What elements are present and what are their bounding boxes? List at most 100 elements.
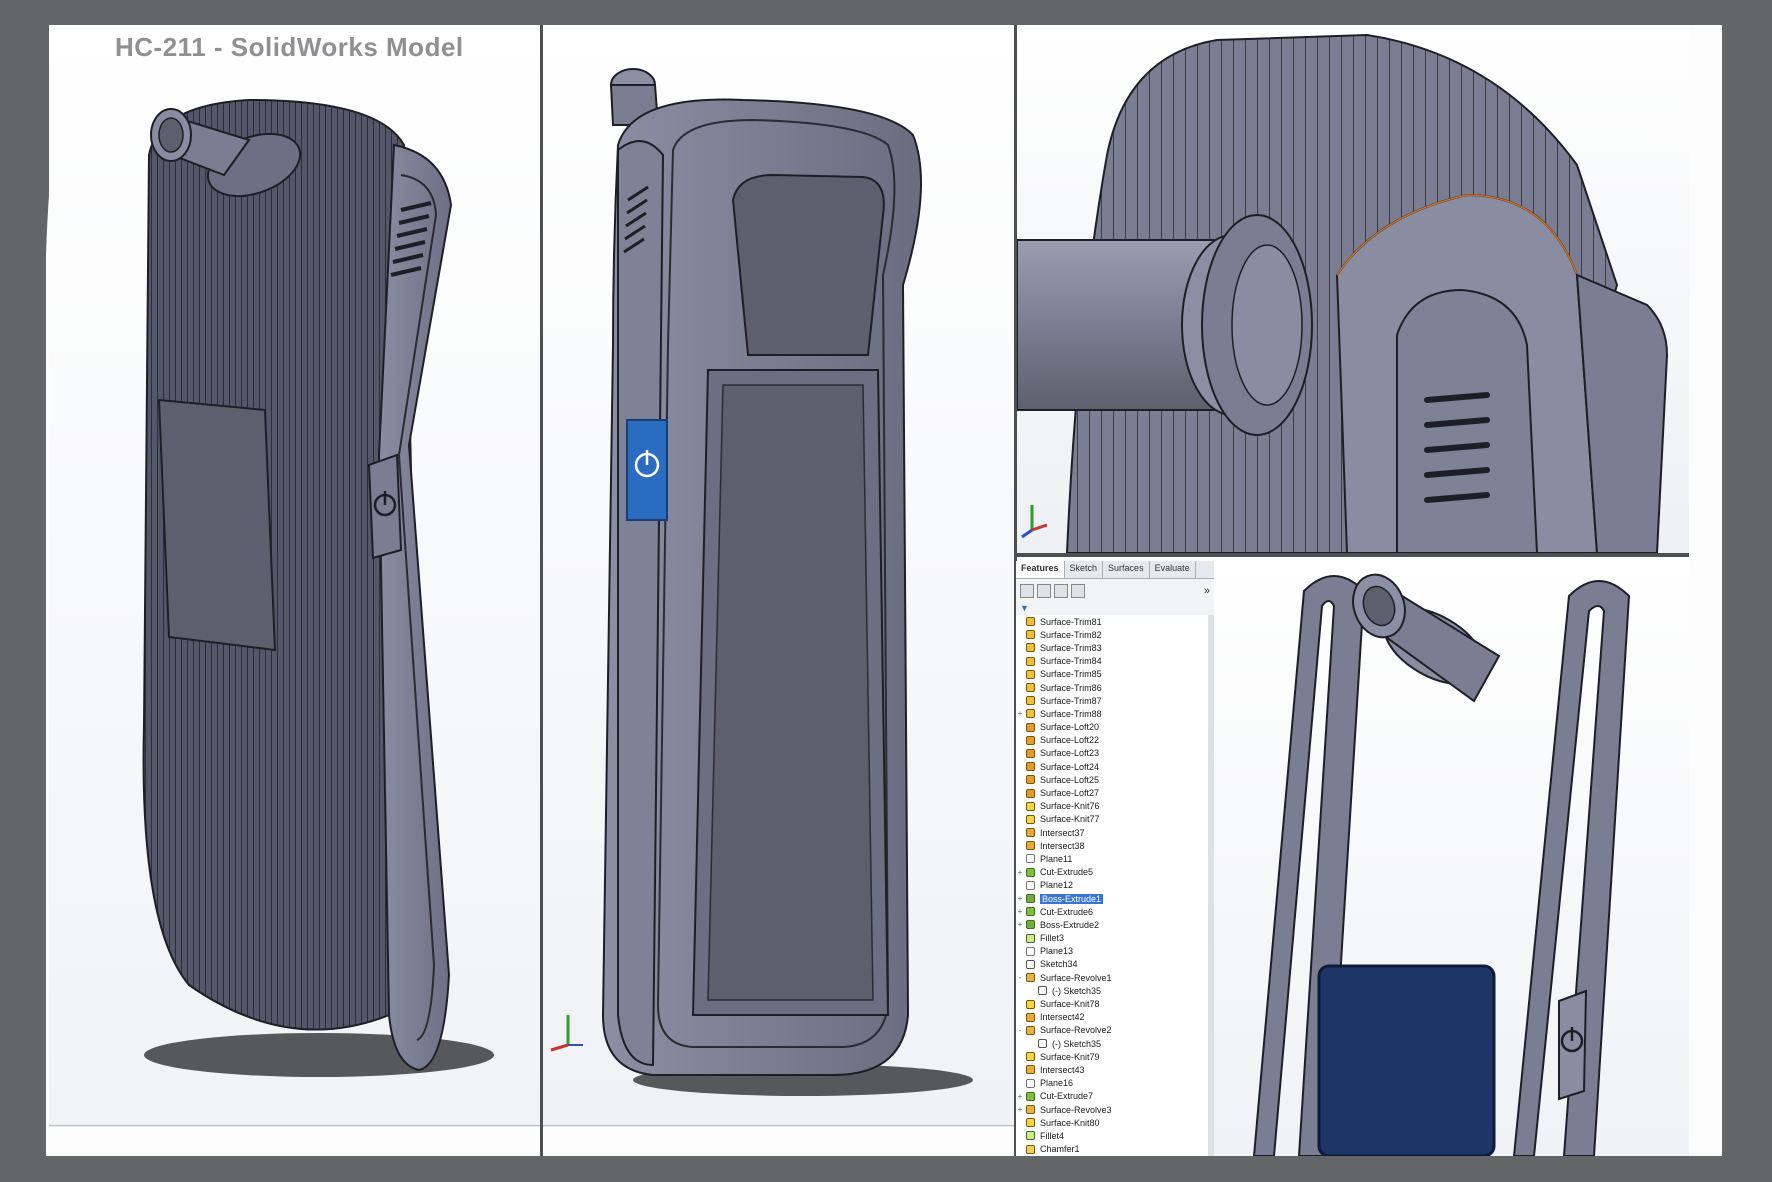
viewport-divider bbox=[1014, 553, 1689, 557]
feature-tree-item[interactable]: Surface-Knit78 bbox=[1016, 997, 1208, 1010]
feature-tree-item[interactable]: Plane13 bbox=[1016, 945, 1208, 958]
feature-tree-item[interactable]: Fillet3 bbox=[1016, 932, 1208, 945]
tab-evaluate[interactable]: Evaluate bbox=[1150, 561, 1196, 578]
cut-feature-icon bbox=[1026, 867, 1035, 877]
trim-feature-icon bbox=[1026, 669, 1035, 679]
feature-tree-item[interactable]: Surface-Knit76 bbox=[1016, 800, 1208, 813]
feature-tree-item[interactable]: Surface-Loft20 bbox=[1016, 721, 1208, 734]
feature-tree-item[interactable]: Surface-Trim81 bbox=[1016, 615, 1208, 628]
feature-tree-list[interactable]: Surface-Trim81 Surface-Trim82 Surface-Trim… bbox=[1016, 615, 1208, 1156]
feature-tree-item-label: Surface-Loft23 bbox=[1040, 748, 1100, 759]
feature-tree-item[interactable]: (-) Sketch35 bbox=[1016, 984, 1208, 997]
expand-chevron-icon[interactable]: » bbox=[1204, 585, 1210, 597]
configuration-manager-icon[interactable] bbox=[1054, 584, 1068, 598]
feature-tree-item[interactable]: + Surface-Trim88 bbox=[1016, 707, 1208, 720]
expand-toggle-icon[interactable]: + bbox=[1016, 868, 1024, 877]
feature-tree-item[interactable]: Chamfer1 bbox=[1016, 1143, 1208, 1156]
feature-tree-item[interactable]: Plane16 bbox=[1016, 1077, 1208, 1090]
filter-icon[interactable]: ▼ bbox=[1016, 603, 1214, 615]
feature-tree-item[interactable]: - Surface-Revolve2 bbox=[1016, 1024, 1208, 1037]
feature-tree-item-label: Surface-Trim86 bbox=[1040, 682, 1102, 693]
feature-tree-item[interactable]: Surface-Trim85 bbox=[1016, 668, 1208, 681]
feature-tree-item-label: Intersect43 bbox=[1040, 1064, 1085, 1075]
feature-tree-item[interactable]: Plane11 bbox=[1016, 852, 1208, 865]
feature-tree-item[interactable]: Intersect37 bbox=[1016, 826, 1208, 839]
feature-tree-item[interactable]: + Surface-Revolve3 bbox=[1016, 1103, 1208, 1116]
feature-tree-item-label: Surface-Trim82 bbox=[1040, 629, 1102, 640]
feature-tree-item[interactable]: + Boss-Extrude1 bbox=[1016, 892, 1208, 905]
expand-toggle-icon[interactable]: - bbox=[1016, 973, 1024, 982]
feature-tree-item[interactable]: + Cut-Extrude7 bbox=[1016, 1090, 1208, 1103]
expand-toggle-icon[interactable]: + bbox=[1016, 894, 1024, 903]
feature-tree-item[interactable]: Surface-Trim83 bbox=[1016, 641, 1208, 654]
feature-tree-item-label: Boss-Extrude2 bbox=[1040, 919, 1100, 930]
feature-tree-item-label: Plane16 bbox=[1040, 1078, 1074, 1089]
feature-tree-item-label: Surface-Loft24 bbox=[1040, 761, 1100, 772]
feature-manager-icon-bar: » bbox=[1016, 579, 1214, 603]
expand-toggle-icon[interactable]: + bbox=[1016, 907, 1024, 916]
feature-tree-item[interactable]: + Boss-Extrude2 bbox=[1016, 918, 1208, 931]
feature-tree-item[interactable]: Sketch34 bbox=[1016, 958, 1208, 971]
expand-toggle-icon[interactable]: + bbox=[1016, 1092, 1024, 1101]
feature-tree-item[interactable]: Intersect43 bbox=[1016, 1063, 1208, 1076]
feature-tree-item[interactable]: Surface-Trim84 bbox=[1016, 655, 1208, 668]
feature-tree-item[interactable]: Fillet4 bbox=[1016, 1129, 1208, 1142]
feature-tree-item[interactable]: Surface-Trim82 bbox=[1016, 628, 1208, 641]
feature-tree-item[interactable]: Surface-Knit80 bbox=[1016, 1116, 1208, 1129]
display-manager-icon[interactable] bbox=[1071, 584, 1085, 598]
feature-tree-item[interactable]: Intersect38 bbox=[1016, 839, 1208, 852]
tab-features[interactable]: Features bbox=[1016, 561, 1065, 578]
feature-tree-item[interactable]: Surface-Trim87 bbox=[1016, 694, 1208, 707]
feature-tree-item-label: Intersect38 bbox=[1040, 840, 1085, 851]
feature-tree-item[interactable]: Surface-Loft27 bbox=[1016, 786, 1208, 799]
intersect-feature-icon bbox=[1026, 828, 1035, 838]
feature-tree-item[interactable]: + Cut-Extrude6 bbox=[1016, 905, 1208, 918]
trim-feature-icon bbox=[1026, 683, 1035, 693]
feature-manager-panel: Features Sketch Surfaces Evaluate » ▼ Surfa… bbox=[1016, 561, 1215, 1156]
feature-tree-item-label: Intersect37 bbox=[1040, 827, 1085, 838]
feature-tree-item-label: Plane13 bbox=[1040, 946, 1074, 957]
feature-tree-item[interactable]: Surface-Knit79 bbox=[1016, 1050, 1208, 1063]
feature-tree-item[interactable]: - Surface-Revolve1 bbox=[1016, 971, 1208, 984]
feature-tree-item[interactable]: Intersect42 bbox=[1016, 1011, 1208, 1024]
property-manager-icon[interactable] bbox=[1037, 584, 1051, 598]
trim-feature-icon bbox=[1026, 630, 1035, 640]
loft-feature-icon bbox=[1026, 762, 1035, 772]
loft-feature-icon bbox=[1026, 748, 1035, 758]
feature-tree-item[interactable]: Surface-Knit77 bbox=[1016, 813, 1208, 826]
tab-surfaces[interactable]: Surfaces bbox=[1103, 561, 1150, 578]
expand-toggle-icon[interactable]: - bbox=[1016, 1026, 1024, 1035]
feature-tree-item[interactable]: Plane12 bbox=[1016, 879, 1208, 892]
feature-tree-item-label: Surface-Loft27 bbox=[1040, 788, 1100, 799]
feature-tree-item[interactable]: Surface-Loft23 bbox=[1016, 747, 1208, 760]
viewport-closeup-view[interactable] bbox=[1017, 25, 1689, 553]
feature-tree-item-label: Surface-Trim88 bbox=[1040, 708, 1102, 719]
feature-tree-item[interactable]: Surface-Loft25 bbox=[1016, 773, 1208, 786]
viewport-frame-view[interactable] bbox=[1214, 561, 1689, 1156]
viewport-front-view[interactable] bbox=[49, 25, 540, 1127]
intersect-feature-icon bbox=[1026, 1012, 1035, 1022]
knit-feature-icon bbox=[1026, 1052, 1035, 1062]
feature-tree-item-label: Plane11 bbox=[1040, 853, 1073, 864]
viewport-back-view[interactable] bbox=[543, 25, 1014, 1127]
feature-tree-item[interactable]: Surface-Loft22 bbox=[1016, 734, 1208, 747]
feature-tree-item[interactable]: Surface-Trim86 bbox=[1016, 681, 1208, 694]
view-toolbar-left[interactable] bbox=[49, 1125, 540, 1127]
feature-tree-item[interactable]: + Cut-Extrude5 bbox=[1016, 866, 1208, 879]
expand-toggle-icon[interactable]: + bbox=[1016, 709, 1024, 718]
revolve-feature-icon bbox=[1026, 1025, 1035, 1035]
feature-tree-item-label: Surface-Knit76 bbox=[1040, 801, 1100, 812]
knit-feature-icon bbox=[1026, 814, 1035, 824]
feature-tree-item[interactable]: (-) Sketch35 bbox=[1016, 1037, 1208, 1050]
intersect-feature-icon bbox=[1026, 841, 1035, 851]
feature-tree-item-label: (-) Sketch35 bbox=[1052, 1038, 1102, 1049]
model-render-closeup bbox=[1017, 25, 1689, 553]
expand-toggle-icon[interactable]: + bbox=[1016, 920, 1024, 929]
trim-feature-icon bbox=[1026, 643, 1035, 653]
feature-tree-item[interactable]: Surface-Loft24 bbox=[1016, 760, 1208, 773]
view-toolbar-middle[interactable] bbox=[543, 1125, 1014, 1127]
expand-toggle-icon[interactable]: + bbox=[1016, 1105, 1024, 1114]
feature-tree-icon[interactable] bbox=[1020, 584, 1034, 598]
loft-feature-icon bbox=[1026, 735, 1035, 745]
tab-sketch[interactable]: Sketch bbox=[1065, 561, 1104, 578]
